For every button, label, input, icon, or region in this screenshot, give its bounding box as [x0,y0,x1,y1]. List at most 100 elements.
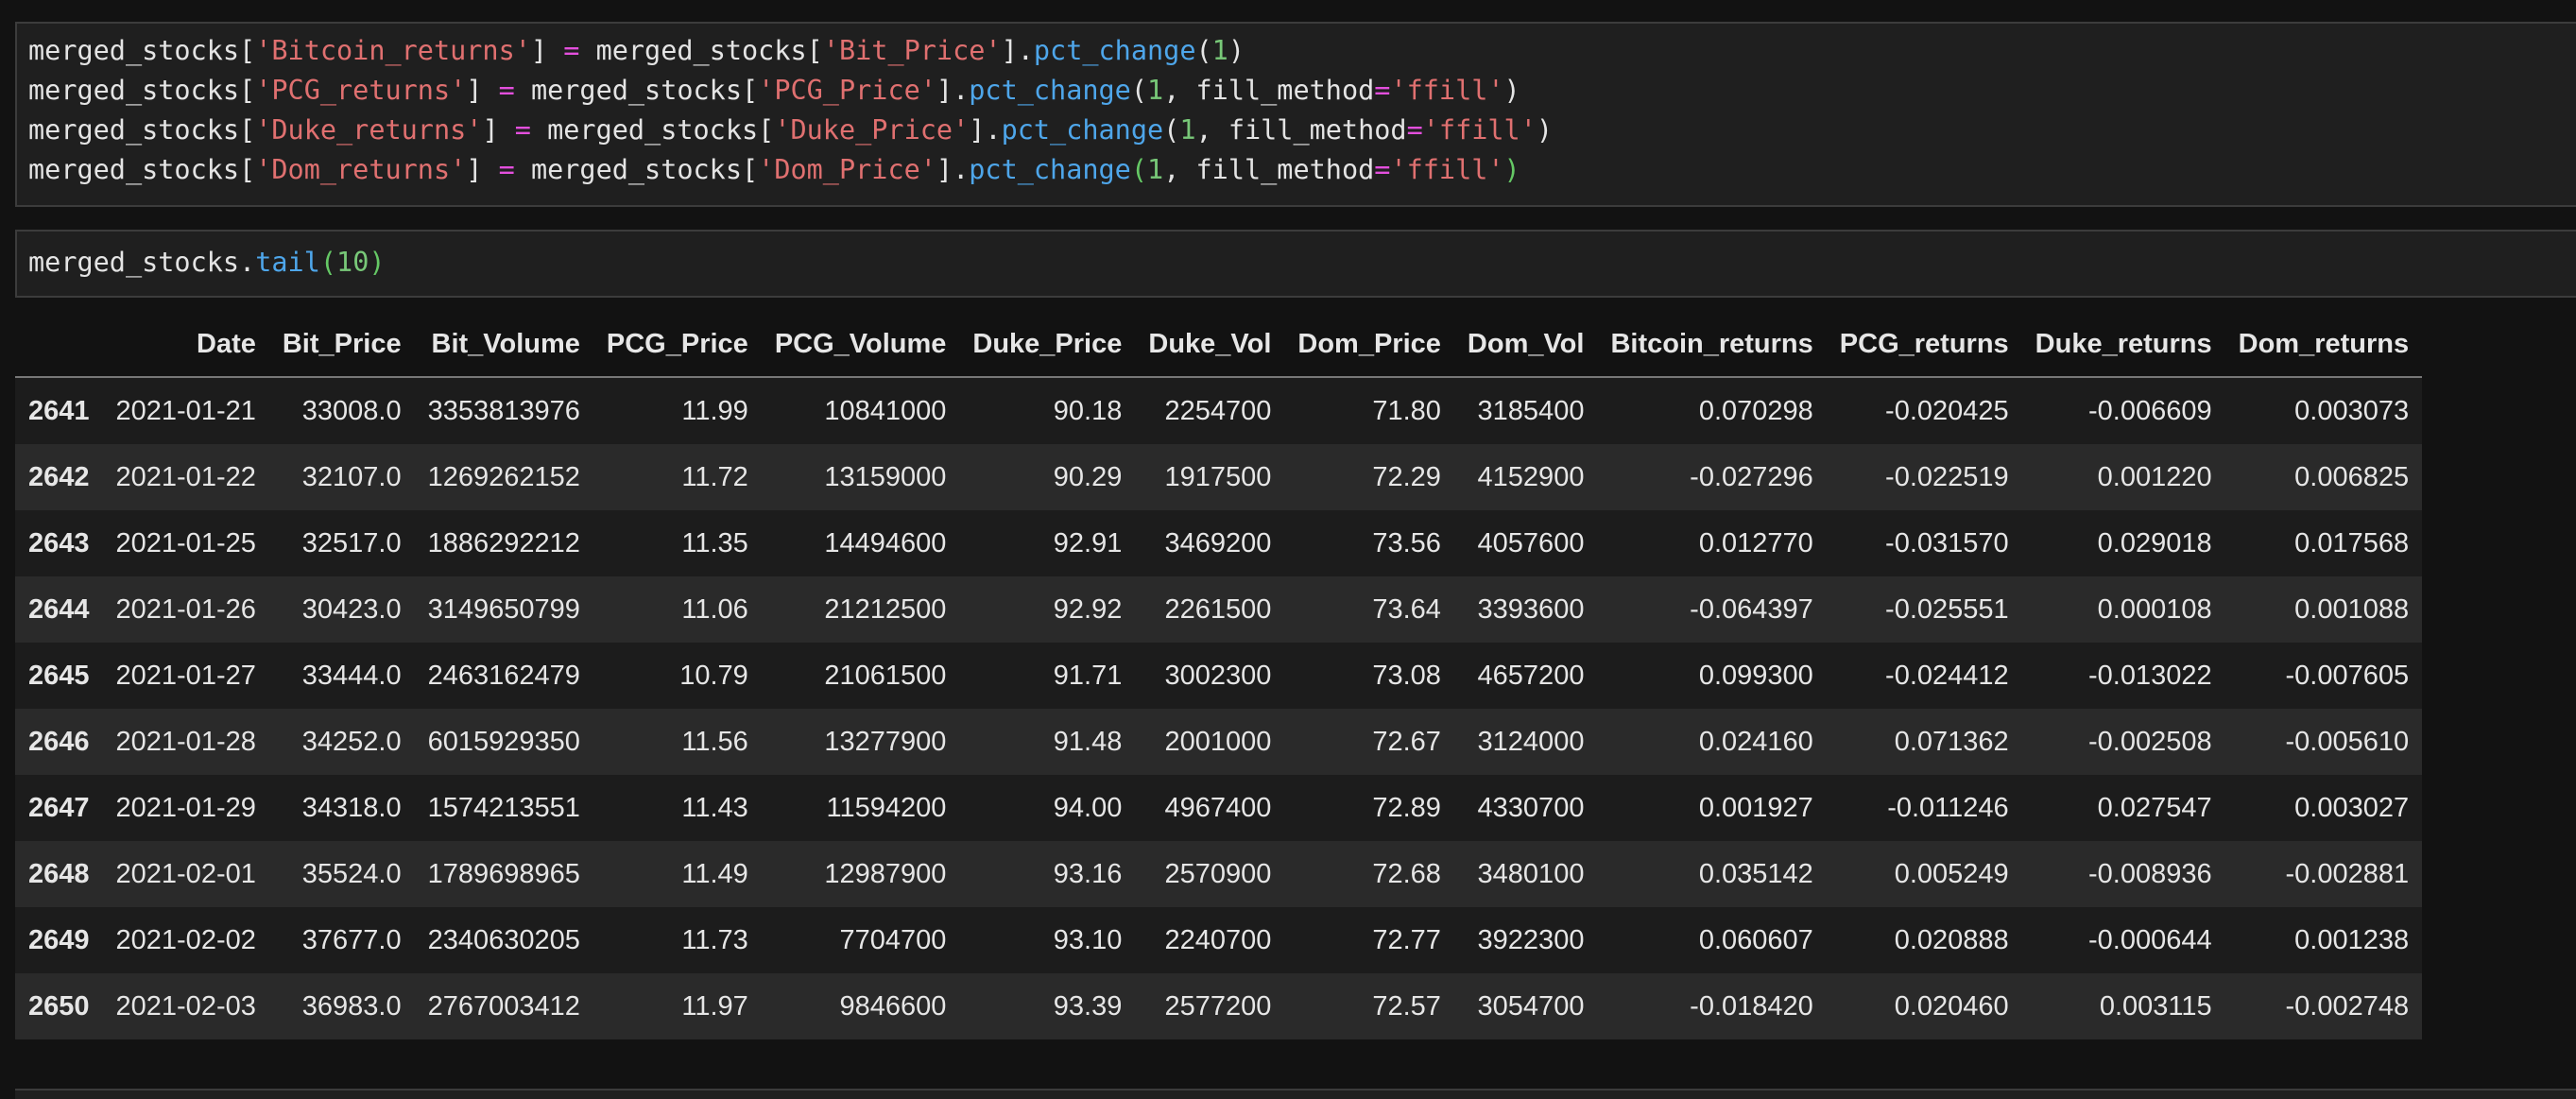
table-cell: 13277900 [824,726,947,757]
code-line: merged_stocks['Bitcoin_returns'] = merge… [28,35,1245,66]
table-cell: 10841000 [824,395,947,426]
table-cell: 2254700 [1164,395,1272,426]
row-index: 2642 [28,461,90,492]
table-cell: 1886292212 [427,527,580,558]
table-cell: 0.005249 [1894,858,2009,889]
header-row: Date Bit_Price Bit_Volume PCG_Price PCG_Volu… [15,312,2423,378]
table-cell: 3054700 [1477,990,1585,1022]
table-cell: 11.97 [681,990,748,1022]
table-cell: 35524.0 [301,858,402,889]
table-row: 2641 2021-01-21 33008.0 3353813976 11.99 1084… [15,377,2423,444]
dataframe-output: Date Bit_Price Bit_Volume PCG_Price PCG_Volu… [15,312,2423,1039]
table-row: 2645 2021-01-27 33444.0 2463162479 10.79 2106… [15,643,2423,709]
table-cell: 34318.0 [301,792,402,823]
table-cell: 11.43 [681,792,748,823]
index-header [15,312,103,378]
code-line: merged_stocks['Duke_returns'] = merged_s… [28,114,1554,146]
table-cell: 2463162479 [427,660,580,691]
table-cell: 3149650799 [427,593,580,625]
table-cell: 12987900 [824,858,947,889]
table-cell: 9846600 [839,990,947,1022]
table-cell: 0.060607 [1698,924,1813,955]
table-cell: 90.18 [1053,395,1123,426]
notebook-page: merged_stocks['Bitcoin_returns'] = merge… [0,0,2576,1099]
table-cell: -0.002508 [2088,726,2212,757]
column-header: PCG_Volume [761,312,960,378]
table-cell: 34252.0 [301,726,402,757]
code-line: merged_stocks.tail(10) [28,247,386,278]
table-cell: -0.013022 [2088,660,2212,691]
table-header: Date Bit_Price Bit_Volume PCG_Price PCG_Volu… [15,312,2423,378]
table-cell: -0.031570 [1885,527,2009,558]
row-index: 2648 [28,858,90,889]
table-cell: 2021-02-01 [115,858,256,889]
table-cell: -0.011246 [1887,792,2009,823]
table-cell: 1269262152 [427,461,580,492]
table-cell: 11.56 [681,726,748,757]
row-index: 2644 [28,593,90,625]
table-cell: 0.024160 [1698,726,1813,757]
table-cell: 2021-01-25 [115,527,256,558]
table-cell: 33008.0 [301,395,402,426]
table-row: 2646 2021-01-28 34252.0 6015929350 11.56 1327… [15,709,2423,775]
table-cell: -0.008936 [2088,858,2212,889]
row-index: 2645 [28,660,90,691]
column-header: Duke_Price [959,312,1136,378]
table-cell: -0.002881 [2285,858,2410,889]
table-cell: 0.027547 [2097,792,2212,823]
table-cell: 72.67 [1372,726,1441,757]
table-cell: 91.48 [1053,726,1123,757]
code-cell-tail[interactable]: merged_stocks.tail(10) [15,230,2576,298]
column-header: PCG_Price [592,312,762,378]
table-cell: 4057600 [1477,527,1585,558]
table-cell: 30423.0 [301,593,402,625]
table-cell: 2577200 [1164,990,1272,1022]
table-cell: 2240700 [1164,924,1272,955]
table-cell: 4330700 [1477,792,1585,823]
table-cell: 2021-02-02 [115,924,256,955]
table-cell: 11.72 [681,461,748,492]
next-cell-edge[interactable] [15,1089,2576,1099]
table-cell: -0.020425 [1885,395,2009,426]
table-cell: 0.003115 [2099,990,2212,1022]
table-cell: 4657200 [1477,660,1585,691]
table-cell: 0.035142 [1698,858,1813,889]
table-cell: 0.003073 [2294,395,2410,426]
table-cell: -0.025551 [1885,593,2009,625]
table-cell: 0.012770 [1698,527,1813,558]
table-cell: 2570900 [1164,858,1272,889]
table-cell: -0.018420 [1690,990,1813,1022]
table-cell: 2021-01-26 [115,593,256,625]
table-row: 2649 2021-02-02 37677.0 2340630205 11.73 7704… [15,907,2423,973]
table-cell: 0.001088 [2294,593,2410,625]
table-cell: 2021-02-03 [115,990,256,1022]
table-cell: 0.020460 [1894,990,2009,1022]
table-cell: 73.64 [1372,593,1441,625]
table-cell: 91.71 [1053,660,1123,691]
column-header: Dom_Price [1284,312,1454,378]
table-cell: 73.56 [1372,527,1441,558]
column-header: Dom_returns [2224,312,2423,378]
row-index: 2643 [28,527,90,558]
table-cell: 7704700 [839,924,947,955]
table-cell: 93.16 [1053,858,1123,889]
table-cell: -0.022519 [1885,461,2009,492]
table-row: 2647 2021-01-29 34318.0 1574213551 11.43 1159… [15,775,2423,841]
table-cell: 0.001220 [2097,461,2212,492]
table-cell: 4967400 [1164,792,1272,823]
table-cell: 3393600 [1477,593,1585,625]
table-cell: 13159000 [824,461,947,492]
column-header: Dom_Vol [1453,312,1598,378]
table-cell: 2021-01-21 [115,395,256,426]
table-cell: 72.57 [1372,990,1441,1022]
table-cell: 21212500 [824,593,947,625]
table-cell: 93.10 [1053,924,1123,955]
table-cell: -0.064397 [1690,593,1813,625]
table-cell: -0.000644 [2088,924,2212,955]
table-cell: 33444.0 [301,660,402,691]
code-cell-pct-change[interactable]: merged_stocks['Bitcoin_returns'] = merge… [15,22,2576,207]
table-cell: -0.027296 [1690,461,1813,492]
table-cell: 0.001927 [1698,792,1813,823]
table-cell: -0.005610 [2285,726,2410,757]
table-cell: 92.92 [1053,593,1123,625]
